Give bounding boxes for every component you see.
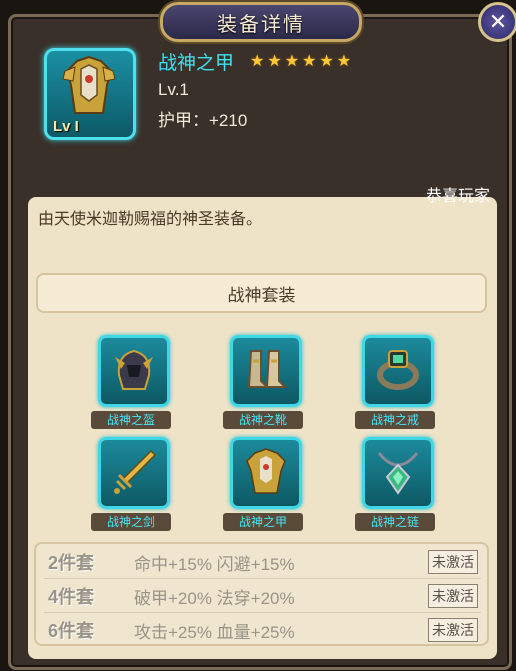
dialog-title: 装备详情 (217, 13, 305, 36)
set-item-helmet[interactable]: 战神之盔 (86, 335, 176, 435)
set-item-icon-frame (98, 335, 170, 407)
bonus-effect: 命中+15% 闪避+15% (134, 554, 295, 574)
bonus-pieces: 4件套 (48, 587, 95, 607)
set-item-label: 战神之盔 (91, 411, 171, 429)
ring-icon (377, 350, 419, 390)
set-name-header: 战神套装 (36, 273, 487, 313)
star-rating: ★ ★ ★ ★ ★ ★ (250, 51, 351, 71)
star-icon: ★ (319, 53, 334, 70)
star-icon: ★ (284, 53, 300, 70)
set-item-label: 战神之链 (355, 513, 435, 531)
bonus-effect: 攻击+25% 血量+25% (134, 622, 295, 642)
item-name: 战神之甲 (158, 53, 235, 74)
set-item-label: 战神之戒 (355, 411, 435, 429)
bonus-effect: 破甲+20% 法穿+20% (134, 588, 295, 608)
detail-panel: 由天使米迦勒赐福的神圣装备。 战神套装 战神之盔 战神之靴 战神之戒 战神之剑 … (28, 197, 497, 659)
armor-icon (62, 55, 116, 114)
bonus-pieces: 6件套 (48, 621, 95, 641)
title-plate: 装备详情 (160, 2, 362, 42)
set-item-icon-frame (230, 335, 302, 407)
set-bonus-list: 2件套 命中+15% 闪避+15% 未激活 4件套 破甲+20% 法穿+20% … (34, 542, 489, 646)
item-description: 由天使米迦勒赐福的神圣装备。 (38, 211, 263, 228)
equipment-icon: Lv I (44, 48, 136, 140)
set-item-label: 战神之剑 (91, 513, 171, 531)
set-item-sword[interactable]: 战神之剑 (86, 437, 176, 537)
bonus-status-badge: 未激活 (428, 618, 478, 642)
star-icon: ★ (250, 53, 265, 70)
item-armor-stat: 护甲：+210 (158, 111, 248, 130)
set-item-label: 战神之靴 (223, 411, 303, 429)
necklace-icon (377, 452, 419, 495)
star-icon: ★ (302, 53, 317, 70)
divider (44, 578, 481, 579)
set-item-armor[interactable]: 战神之甲 (218, 437, 308, 537)
set-item-ring[interactable]: 战神之戒 (350, 335, 440, 435)
set-item-boots[interactable]: 战神之靴 (218, 335, 308, 435)
close-icon: ✕ (488, 9, 508, 34)
set-item-icon-frame (362, 335, 434, 407)
divider (44, 612, 481, 613)
bonus-status-badge: 未激活 (428, 584, 478, 608)
set-bonus-row: 6件套 攻击+25% 血量+25% 未激活 (48, 614, 478, 646)
close-button[interactable]: ✕ (478, 2, 516, 42)
set-item-necklace[interactable]: 战神之链 (350, 437, 440, 537)
level-badge: Lv I (53, 118, 79, 135)
set-item-icon-frame (362, 437, 434, 509)
set-name: 战神套装 (227, 285, 296, 305)
set-item-label: 战神之甲 (223, 513, 303, 531)
helmet-icon (115, 349, 153, 390)
scrolling-notice: 恭喜玩家 (426, 188, 491, 205)
armor-icon (246, 448, 286, 494)
set-item-icon-frame (98, 437, 170, 509)
star-icon: ★ (336, 53, 352, 70)
bonus-status-badge: 未激活 (428, 550, 478, 574)
set-bonus-row: 4件套 破甲+20% 法穿+20% 未激活 (48, 580, 478, 612)
set-item-icon-frame (230, 437, 302, 509)
sword-icon (114, 449, 157, 494)
star-icon: ★ (267, 53, 282, 70)
set-bonus-row: 2件套 命中+15% 闪避+15% 未激活 (48, 546, 478, 578)
bonus-pieces: 2件套 (48, 553, 95, 573)
item-level: Lv.1 (158, 80, 189, 99)
boots-icon (247, 350, 288, 388)
